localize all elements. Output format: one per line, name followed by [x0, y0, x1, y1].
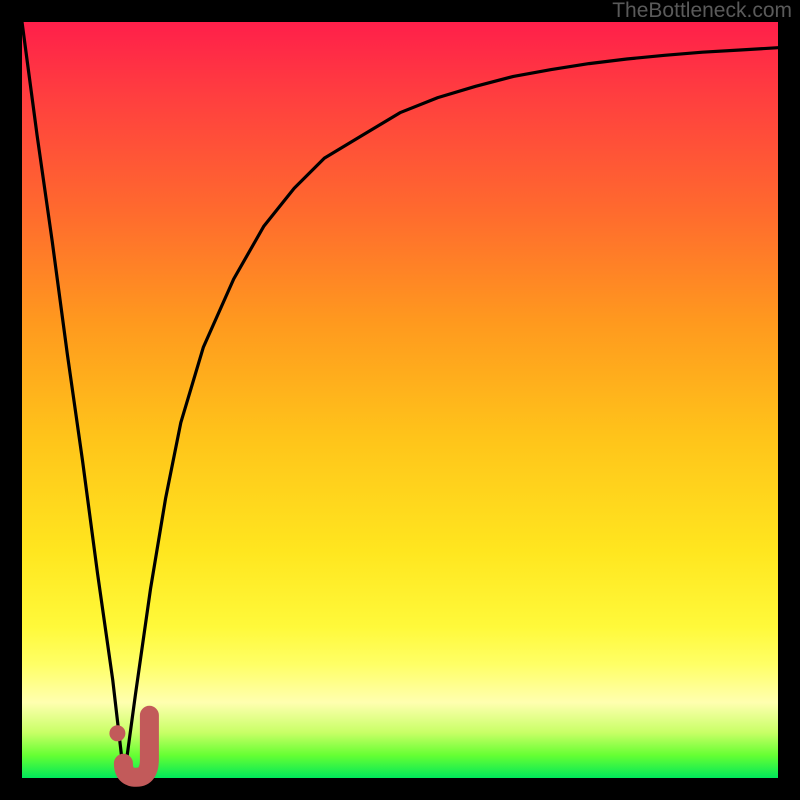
bottleneck-curve	[22, 22, 778, 778]
attribution-label: TheBottleneck.com	[612, 0, 792, 22]
curve-layer	[22, 22, 778, 778]
marker-j-dot	[109, 725, 125, 741]
chart-frame: TheBottleneck.com	[0, 0, 800, 800]
